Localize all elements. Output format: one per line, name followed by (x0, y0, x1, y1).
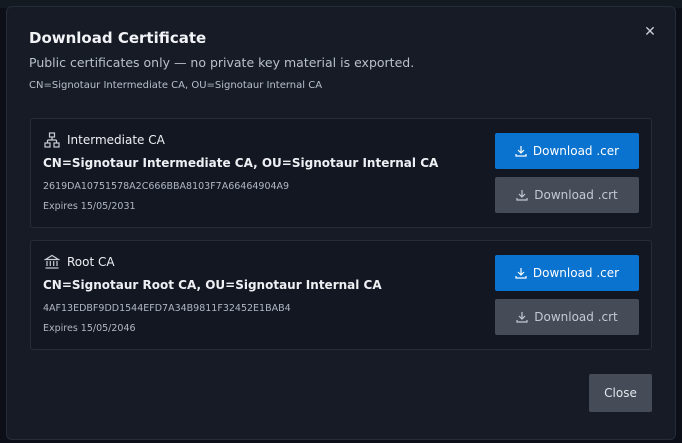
download-crt-label: Download .crt (534, 310, 618, 324)
dialog-subject: CN=Signotaur Intermediate CA, OU=Signota… (29, 80, 323, 91)
download-icon (516, 312, 528, 323)
dialog-title: Download Certificate (29, 29, 207, 47)
bank-icon (44, 254, 60, 269)
download-cer-button[interactable]: Download .cer (495, 255, 639, 291)
intermediate-ca-card: Intermediate CA CN=Signotaur Intermediat… (30, 118, 652, 228)
download-cer-button[interactable]: Download .cer (495, 133, 639, 169)
card-name: Root CA (67, 255, 115, 269)
download-icon (515, 268, 527, 279)
close-button[interactable]: Close (589, 374, 652, 412)
card-thumbprint: 4AF13EDBF9DD1544EFD7A34B9811F32452E1BAB4 (43, 303, 291, 314)
download-icon (516, 190, 528, 201)
download-cer-label: Download .cer (532, 266, 620, 280)
download-crt-label: Download .crt (534, 188, 618, 202)
card-expiry: Expires 15/05/2046 (43, 323, 136, 334)
card-name: Intermediate CA (67, 133, 165, 147)
card-thumbprint: 2619DA10751578A2C666BBA8103F7A66464904A9 (43, 181, 290, 192)
download-crt-button[interactable]: Download .crt (495, 177, 639, 213)
close-icon[interactable]: ✕ (639, 21, 661, 43)
root-ca-card: Root CA CN=Signotaur Root CA, OU=Signota… (30, 240, 652, 350)
card-expiry: Expires 15/05/2031 (43, 201, 136, 212)
download-cer-label: Download .cer (532, 144, 620, 158)
download-certificate-dialog: ✕ Download Certificate Public certificat… (6, 6, 676, 440)
download-crt-button[interactable]: Download .crt (495, 299, 639, 335)
card-subject: CN=Signotaur Intermediate CA, OU=Signota… (43, 156, 439, 170)
download-icon (515, 146, 527, 157)
dialog-subtitle: Public certificates only — no private ke… (29, 55, 415, 70)
card-subject: CN=Signotaur Root CA, OU=Signotaur Inter… (43, 278, 382, 292)
hierarchy-icon (44, 132, 60, 148)
